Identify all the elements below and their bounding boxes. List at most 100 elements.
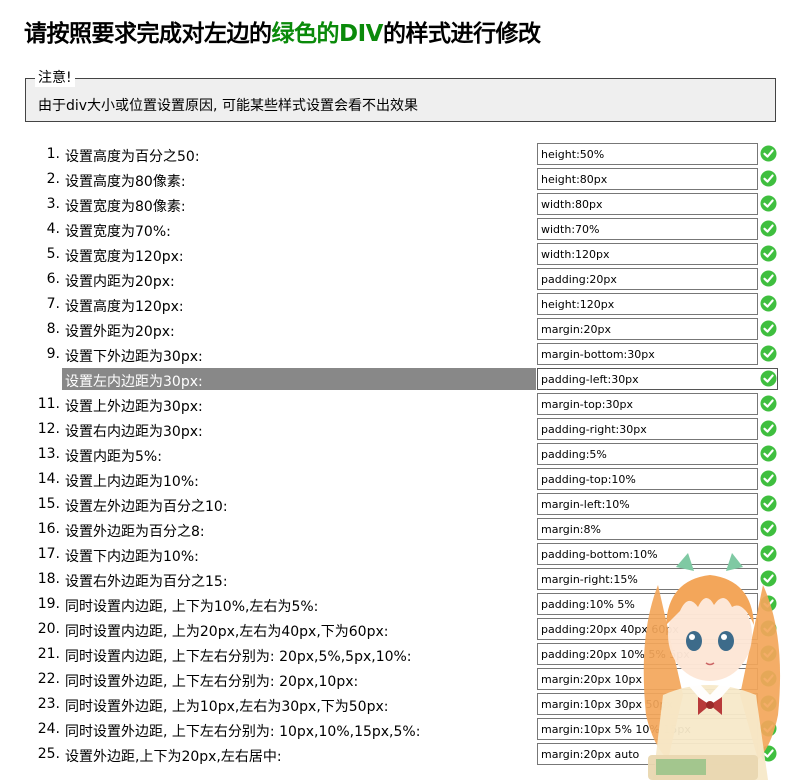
- title-highlight: 绿色的DIV: [271, 21, 384, 47]
- task-label: 设置下外边距为30px:: [65, 349, 203, 365]
- task-label: 同时设置外边距, 上下左右分别为: 20px,10px:: [65, 674, 359, 690]
- check-icon: [760, 395, 777, 412]
- task-row: 25. 设置外边距,上下为20px,左右居中:: [0, 742, 789, 767]
- task-row: 11. 设置上外边距为30px:: [0, 392, 789, 417]
- task-label: 设置外边距,上下为20px,左右居中:: [65, 749, 282, 765]
- task-number: 22.: [37, 671, 60, 687]
- task-style-input[interactable]: [537, 568, 758, 590]
- check-icon: [760, 645, 777, 662]
- task-number: 19.: [37, 596, 60, 612]
- task-number: 6.: [46, 271, 60, 287]
- task-row: 10.设置左内边距为30px:: [0, 367, 789, 392]
- task-number: 24.: [37, 721, 60, 737]
- check-icon: [760, 670, 777, 687]
- check-icon: [760, 620, 777, 637]
- task-number: 20.: [37, 621, 60, 637]
- check-icon: [760, 470, 777, 487]
- check-icon: [760, 170, 777, 187]
- check-icon: [760, 420, 777, 437]
- check-icon: [760, 220, 777, 237]
- check-icon: [760, 370, 777, 387]
- task-number: 17.: [37, 546, 60, 562]
- task-label: 设置内距为20px:: [65, 274, 175, 290]
- task-style-input[interactable]: [537, 468, 758, 490]
- task-style-input[interactable]: [537, 693, 758, 715]
- check-icon: [760, 520, 777, 537]
- task-number: 4.: [46, 221, 60, 237]
- check-icon: [760, 345, 777, 362]
- title-part1: 请按照要求完成对左边的: [24, 21, 272, 47]
- task-row: 6. 设置内距为20px:: [0, 267, 789, 292]
- task-number: 13.: [37, 446, 60, 462]
- task-row: 20. 同时设置内边距, 上为20px,左右为40px,下为60px:: [0, 617, 789, 642]
- task-label: 设置内距为5%:: [65, 449, 162, 465]
- task-number: 7.: [46, 296, 60, 312]
- task-number: 14.: [37, 471, 60, 487]
- task-number: 25.: [37, 746, 60, 762]
- page-title: 请按照要求完成对左边的绿色的DIV的样式进行修改: [24, 14, 541, 48]
- task-style-input[interactable]: [537, 293, 758, 315]
- task-label: 设置右外边距为百分之15:: [65, 574, 228, 590]
- task-style-input[interactable]: [537, 318, 758, 340]
- check-icon: [760, 720, 777, 737]
- task-label: 设置下内边距为10%:: [65, 549, 199, 565]
- task-number: 11.: [37, 396, 60, 412]
- task-row: 17. 设置下内边距为10%:: [0, 542, 789, 567]
- task-style-input[interactable]: [537, 393, 758, 415]
- check-icon: [760, 495, 777, 512]
- task-style-input[interactable]: [537, 168, 758, 190]
- task-style-input[interactable]: [537, 218, 758, 240]
- task-label: 同时设置内边距, 上下左右分别为: 20px,5%,5px,10%:: [65, 649, 412, 665]
- notice-box: 注意! 由于div大小或位置设置原因, 可能某些样式设置会看不出效果: [25, 69, 776, 122]
- task-row: 15. 设置左外边距为百分之10:: [0, 492, 789, 517]
- task-row: 21. 同时设置内边距, 上下左右分别为: 20px,5%,5px,10%:: [0, 642, 789, 667]
- task-row: 5. 设置宽度为120px:: [0, 242, 789, 267]
- task-label: 同时设置外边距, 上为10px,左右为30px,下为50px:: [65, 699, 389, 715]
- check-icon: [760, 445, 777, 462]
- check-icon: [760, 745, 777, 762]
- task-label: 设置上外边距为30px:: [65, 399, 203, 415]
- task-style-input[interactable]: [537, 593, 758, 615]
- task-label: 同时设置外边距, 上下左右分别为: 10px,10%,15px,5%:: [65, 724, 421, 740]
- task-style-input[interactable]: [537, 543, 758, 565]
- task-label: 设置左内边距为30px:: [65, 374, 203, 390]
- task-row: 13. 设置内距为5%:: [0, 442, 789, 467]
- task-number: 3.: [46, 196, 60, 212]
- task-label: 设置宽度为80像素:: [65, 199, 186, 215]
- task-style-input[interactable]: [537, 418, 758, 440]
- task-label: 同时设置内边距, 上下为10%,左右为5%:: [65, 599, 319, 615]
- task-style-input[interactable]: [537, 343, 758, 365]
- task-row: 4. 设置宽度为70%:: [0, 217, 789, 242]
- task-style-input[interactable]: [537, 193, 758, 215]
- task-number: 1.: [46, 146, 60, 162]
- task-row: 12. 设置右内边距为30px:: [0, 417, 789, 442]
- check-icon: [760, 270, 777, 287]
- task-style-input[interactable]: [537, 268, 758, 290]
- task-style-input[interactable]: [537, 668, 758, 690]
- task-row: 2. 设置高度为80像素:: [0, 167, 789, 192]
- task-label: 设置高度为120px:: [65, 299, 184, 315]
- task-number: 12.: [37, 421, 60, 437]
- task-style-input[interactable]: [537, 493, 758, 515]
- task-style-input[interactable]: [537, 743, 758, 765]
- check-icon: [760, 320, 777, 337]
- task-number: 21.: [37, 646, 60, 662]
- check-icon: [760, 570, 777, 587]
- notice-text: 由于div大小或位置设置原因, 可能某些样式设置会看不出效果: [38, 98, 418, 114]
- task-style-input[interactable]: [537, 643, 758, 665]
- check-icon: [760, 695, 777, 712]
- task-style-input[interactable]: [537, 368, 778, 390]
- task-label: 设置外距为20px:: [65, 324, 175, 340]
- task-style-input[interactable]: [537, 143, 758, 165]
- notice-legend: 注意!: [35, 69, 75, 87]
- task-label: 设置宽度为70%:: [65, 224, 171, 240]
- task-row: 18. 设置右外边距为百分之15:: [0, 567, 789, 592]
- task-style-input[interactable]: [537, 618, 758, 640]
- task-style-input[interactable]: [537, 518, 758, 540]
- task-label: 设置高度为百分之50:: [65, 149, 200, 165]
- task-style-input[interactable]: [537, 718, 758, 740]
- check-icon: [760, 595, 777, 612]
- task-style-input[interactable]: [537, 243, 758, 265]
- task-style-input[interactable]: [537, 443, 758, 465]
- task-label: 设置右内边距为30px:: [65, 424, 203, 440]
